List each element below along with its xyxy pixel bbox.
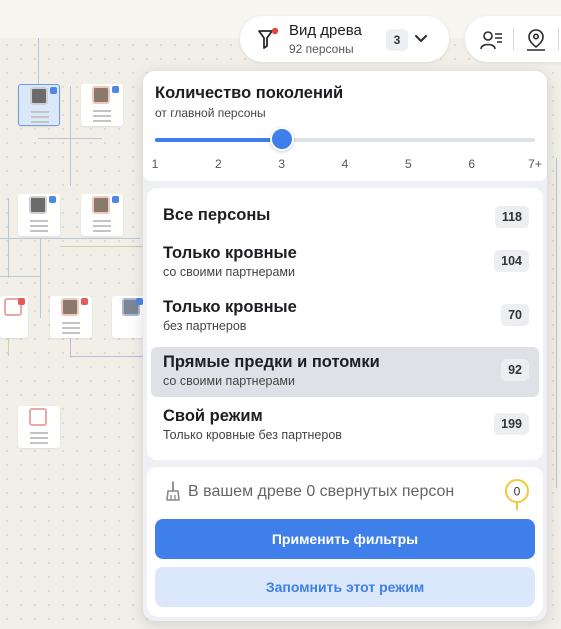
generation-tick[interactable]: 7+ (525, 157, 545, 171)
generations-badge: 3 (386, 29, 408, 51)
tree-connector (556, 158, 557, 488)
person-card[interactable] (112, 296, 144, 338)
tree-connector (0, 238, 140, 239)
tree-mode-option[interactable]: Только кровные без партнеров 70 (151, 292, 539, 342)
tree-mode-title: Только кровные (163, 244, 297, 262)
tree-mode-title: Свой режим (163, 407, 263, 425)
person-tag (136, 298, 143, 305)
tree-mode-list: Все персоны 118 Только кровные со своими па… (147, 188, 543, 460)
person-photo (92, 86, 110, 104)
tree-mode-count: 92 (501, 359, 529, 381)
tree-connector (70, 86, 71, 138)
chevron-down-icon (415, 35, 427, 42)
generation-tick[interactable]: 5 (398, 157, 418, 171)
person-card[interactable] (0, 296, 28, 338)
person-photo (30, 87, 48, 105)
generations-slider-track[interactable] (155, 138, 535, 142)
person-card[interactable] (18, 406, 60, 448)
right-toolbar (465, 16, 561, 62)
tree-mode-count: 70 (501, 304, 529, 326)
person-card[interactable] (81, 84, 123, 126)
tree-connector (70, 138, 71, 186)
tree-mode-title: Все персоны (163, 206, 271, 224)
person-tag (112, 86, 119, 93)
tree-mode-subtitle: Только кровные без партнеров (163, 428, 342, 442)
tree-view-title: Вид древа (289, 22, 362, 39)
apply-filters-button[interactable]: Применить фильтры (155, 519, 535, 559)
tree-connector (40, 238, 41, 318)
person-tag (49, 196, 56, 203)
tree-connector (70, 356, 143, 357)
tree-mode-subtitle: без партнеров (163, 319, 247, 333)
generations-subtitle: от главной персоны (155, 106, 266, 120)
person-tag (112, 196, 119, 203)
collapsed-persons-text: В вашем древе 0 свернутых персон (188, 483, 455, 500)
broom-icon (166, 481, 180, 501)
person-tag (50, 87, 57, 94)
tree-mode-option[interactable]: Только кровные со своими партнерами 104 (151, 238, 539, 288)
tree-view-button[interactable]: Вид древа 92 персоны 3 (240, 16, 449, 62)
person-photo (61, 298, 79, 316)
tree-mode-count: 199 (494, 413, 529, 435)
collapsed-count-pin-icon[interactable]: 0 (504, 479, 530, 511)
collapsed-section: В вашем древе 0 свернутых персон 0 Приме… (147, 467, 543, 617)
map-pin-icon[interactable] (524, 28, 548, 52)
tree-connector (60, 246, 143, 247)
person-card[interactable] (81, 194, 123, 236)
generation-tick[interactable]: 1 (145, 157, 165, 171)
tree-view-dropdown: Количество поколений от главной персоны … (143, 71, 547, 621)
filter-icon (258, 27, 279, 49)
tree-mode-subtitle: со своими партнерами (163, 265, 296, 279)
tree-mode-option[interactable]: Свой режим Только кровные без партнеров 19… (151, 401, 539, 451)
tree-connector (0, 276, 40, 277)
generations-section: Количество поколений от главной персоны … (143, 71, 547, 181)
person-list-icon[interactable] (479, 28, 503, 52)
tree-view-subtitle: 92 персоны (289, 42, 354, 56)
person-card[interactable] (18, 84, 60, 126)
tree-mode-option[interactable]: Прямые предки и потомки со своими партнер… (151, 347, 539, 397)
person-photo (29, 196, 47, 214)
generations-title: Количество поколений (155, 84, 344, 102)
person-tag (81, 298, 88, 305)
save-mode-button[interactable]: Запомнить этот режим (155, 567, 535, 607)
person-photo (92, 196, 110, 214)
person-card[interactable] (50, 296, 92, 338)
tree-mode-option[interactable]: Все персоны 118 (151, 192, 539, 242)
person-photo (29, 408, 47, 426)
generation-tick[interactable]: 6 (462, 157, 482, 171)
tree-mode-title: Прямые предки и потомки (163, 353, 380, 371)
generation-tick[interactable]: 2 (208, 157, 228, 171)
tree-mode-count: 118 (494, 206, 529, 228)
collapsed-count: 0 (514, 485, 521, 499)
tree-mode-title: Только кровные (163, 298, 297, 316)
generation-tick[interactable]: 4 (335, 157, 355, 171)
tree-connector (38, 38, 39, 86)
person-tag (18, 298, 25, 305)
tree-mode-count: 104 (494, 250, 529, 272)
generations-slider-fill (155, 138, 282, 142)
toolbar-separator (513, 28, 514, 50)
tree-mode-subtitle: со своими партнерами (163, 374, 296, 388)
person-card[interactable] (18, 194, 60, 236)
generation-tick[interactable]: 3 (272, 157, 292, 171)
toolbar-separator (558, 28, 559, 50)
generations-slider-thumb[interactable] (269, 127, 294, 151)
